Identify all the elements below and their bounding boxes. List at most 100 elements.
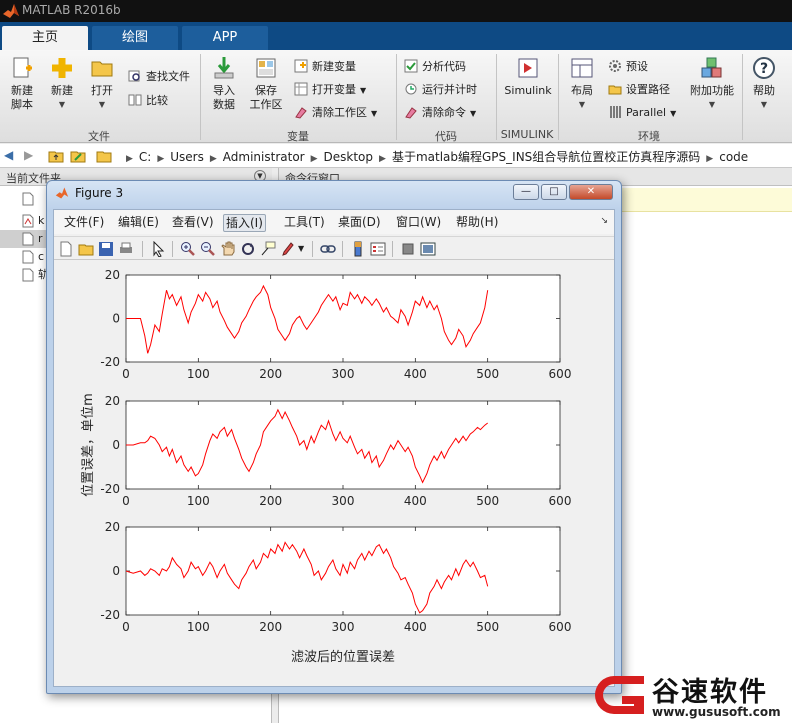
menu-insert[interactable]: 插入(I)	[223, 214, 266, 232]
brush-dropdown-icon[interactable]: ▼	[298, 241, 306, 257]
toolbar-separator	[142, 241, 143, 257]
figure-title: Figure 3	[75, 186, 124, 200]
browse-folder-icon[interactable]	[70, 148, 86, 164]
open-button[interactable]: 打开 ▼	[80, 56, 124, 112]
y-tick-label: 0	[112, 312, 120, 326]
toolbar-separator	[342, 241, 343, 257]
dock-arrow-icon[interactable]: ↘	[600, 216, 608, 226]
plot-area[interactable]: 0 100 200 300 400 500 600 -20 0 20 0 100 200 300 400 50…	[54, 262, 614, 686]
breadcrumb-administrator[interactable]: Administrator	[223, 150, 305, 164]
figure-menu-bar: 文件(F) 编辑(E) 查看(V) 插入(I) 工具(T) 桌面(D) 窗口(W…	[54, 210, 614, 234]
file-name: k	[38, 214, 45, 227]
breadcrumb-desktop[interactable]: Desktop	[324, 150, 374, 164]
layout-button[interactable]: 布局 ▼	[560, 56, 604, 112]
zoom-in-icon[interactable]	[180, 241, 196, 257]
menu-file[interactable]: 文件(F)	[62, 214, 106, 232]
x-tick-label: 0	[122, 620, 130, 634]
addons-cubes-icon	[701, 57, 722, 78]
link-icon[interactable]	[320, 241, 336, 257]
save-icon[interactable]	[98, 241, 114, 257]
save-workspace-label: 保存 工作区	[249, 84, 283, 111]
save-workspace-icon	[256, 58, 276, 78]
clear-commands-label: 清除命令	[422, 106, 466, 119]
breadcrumb-project[interactable]: 基于matlab编程GPS_INS组合导航位置校正仿真程序源码	[392, 148, 700, 165]
menu-edit[interactable]: 编辑(E)	[116, 214, 161, 232]
data-cursor-icon[interactable]	[260, 241, 276, 257]
y-axis-label: 位置误差，单位m	[81, 393, 96, 497]
figure-window[interactable]: Figure 3 — □ ✕ 文件(F) 编辑(E) 查看(V) 插入(I) 工…	[46, 180, 622, 694]
brush-icon[interactable]	[280, 241, 296, 257]
pointer-icon[interactable]	[150, 241, 166, 257]
x-tick-label: 600	[549, 494, 572, 508]
import-data-button[interactable]: 导入 数据	[202, 56, 246, 112]
window-title: MATLAB R2016b	[22, 3, 121, 17]
menu-tools[interactable]: 工具(T)	[282, 214, 327, 232]
breadcrumb-users[interactable]: Users	[170, 150, 204, 164]
pan-icon[interactable]	[220, 241, 236, 257]
new-figure-icon[interactable]	[58, 241, 74, 257]
open-file-icon[interactable]	[78, 241, 94, 257]
breadcrumb-code[interactable]: code	[719, 150, 748, 164]
position-error-chart[interactable]: 0 100 200 300 400 500 600-200200 100 200 300 400 50…	[54, 262, 614, 686]
tab-apps[interactable]: APP	[182, 26, 268, 50]
x-tick-label: 400	[404, 620, 427, 634]
clear-commands-icon	[405, 107, 417, 119]
parallel-label: Parallel	[626, 106, 667, 119]
zoom-out-icon[interactable]	[200, 241, 216, 257]
menu-help[interactable]: 帮助(H)	[454, 214, 500, 232]
addons-button[interactable]: 附加功能 ▼	[688, 56, 736, 112]
compare-button[interactable]: 比较	[128, 92, 168, 110]
minimize-button[interactable]: —	[513, 184, 539, 200]
menu-desktop[interactable]: 桌面(D)	[336, 214, 383, 232]
ribbon-tab-bar: 主页 绘图 APP	[0, 22, 792, 50]
x-tick-label: 300	[332, 494, 355, 508]
toolbar-separator	[172, 241, 173, 257]
open-variable-button[interactable]: 打开变量 ▼	[294, 81, 366, 99]
toolbar-separator	[312, 241, 313, 257]
up-folder-icon[interactable]	[48, 148, 64, 164]
new-script-button[interactable]: 新建 脚本	[0, 56, 44, 112]
menu-window[interactable]: 窗口(W)	[394, 214, 443, 232]
close-button[interactable]: ✕	[569, 184, 613, 200]
hide-plot-tools-icon[interactable]	[400, 241, 416, 257]
clear-commands-button[interactable]: 清除命令 ▼	[404, 104, 476, 122]
legend-icon[interactable]	[370, 241, 386, 257]
new-button[interactable]: 新建 ▼	[40, 56, 84, 112]
figure-toolbar: ▼	[54, 236, 614, 260]
menu-view[interactable]: 查看(V)	[170, 214, 216, 232]
simulink-button[interactable]: Simulink	[502, 56, 554, 98]
find-files-button[interactable]: 查找文件	[128, 68, 190, 86]
set-path-label: 设置路径	[626, 83, 670, 96]
back-arrow-icon[interactable]: ◀	[4, 148, 13, 164]
parallel-button[interactable]: Parallel ▼	[608, 104, 676, 122]
colorbar-icon[interactable]	[350, 241, 366, 257]
preferences-button[interactable]: 预设	[608, 58, 648, 76]
forward-arrow-icon[interactable]: ▶	[24, 148, 33, 164]
print-icon[interactable]	[118, 241, 134, 257]
clear-workspace-label: 清除工作区	[312, 106, 367, 119]
address-bar: ◀ ▶ ▶ C: ▶ Users ▶ Administrator ▶ Desktop ▶ 基于ma…	[0, 144, 792, 168]
save-workspace-button[interactable]: 保存 工作区	[244, 56, 288, 112]
breadcrumb-c[interactable]: C:	[139, 150, 151, 164]
file-name: c	[38, 250, 45, 263]
clear-workspace-button[interactable]: 清除工作区 ▼	[294, 104, 377, 122]
maximize-button[interactable]: □	[541, 184, 567, 200]
rotate-icon[interactable]	[240, 241, 256, 257]
tab-home[interactable]: 主页	[2, 26, 88, 50]
find-files-label: 查找文件	[146, 70, 190, 83]
x-tick-label: 100	[187, 367, 210, 381]
tab-plots[interactable]: 绘图	[92, 26, 178, 50]
run-and-time-button[interactable]: 运行并计时	[404, 81, 477, 99]
y-tick-label: 20	[105, 520, 120, 534]
matlab-logo-icon	[3, 4, 19, 18]
new-variable-button[interactable]: 新建变量	[294, 58, 356, 76]
help-button[interactable]: ? 帮助 ▼	[744, 56, 784, 112]
set-path-button[interactable]: 设置路径	[608, 81, 670, 99]
breadcrumb-separator: ▶	[310, 154, 318, 164]
show-plot-tools-icon[interactable]	[420, 241, 436, 257]
new-script-icon	[13, 57, 32, 78]
new-dropdown-icon: ▼	[58, 100, 66, 109]
open-variable-icon	[294, 82, 308, 96]
analyze-code-button[interactable]: 分析代码	[404, 58, 466, 76]
y-tick-label: -20	[100, 482, 120, 496]
